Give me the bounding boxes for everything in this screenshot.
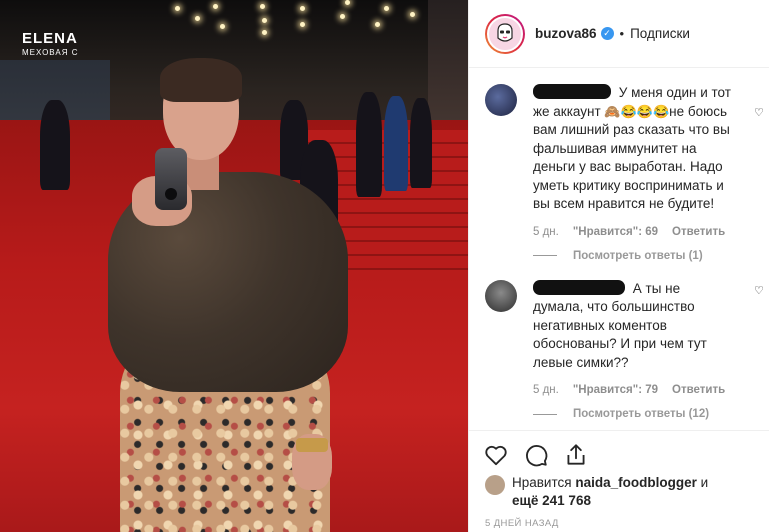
comment-meta: 5 дн. "Нравится": 79 Ответить — [533, 384, 732, 396]
store-logo: ELENA МЕХОВАЯ С — [22, 30, 78, 57]
background-person — [410, 98, 432, 188]
comment-likes[interactable]: "Нравится": 69 — [573, 226, 658, 238]
background-person — [384, 96, 408, 191]
likes-prefix: Нравится — [512, 475, 572, 490]
liker-username-link[interactable]: naida_foodblogger — [575, 475, 697, 490]
post-date[interactable]: 5 дней назад — [485, 518, 559, 529]
comment-like-heart-icon[interactable]: ♡ — [754, 284, 766, 297]
background-person — [356, 92, 382, 197]
comment-emoji: 🙈😂😂😂 — [604, 103, 670, 119]
comment-item: А ты не думала, что большинство негативн… — [485, 279, 764, 420]
liker-avatar[interactable] — [485, 475, 505, 495]
comment-age[interactable]: 5 дн. — [533, 226, 559, 238]
comment-age[interactable]: 5 дн. — [533, 384, 559, 396]
commenter-avatar[interactable] — [485, 279, 517, 312]
likes-conj: и — [700, 475, 709, 490]
comment-likes[interactable]: "Нравится": 79 — [573, 384, 658, 396]
view-replies-label: Посмотреть ответы (12) — [573, 408, 710, 420]
username-link[interactable]: buzova86 — [535, 26, 597, 41]
commenter-avatar[interactable] — [485, 84, 517, 116]
prop-gun — [155, 148, 187, 210]
comments-list[interactable]: У меня один и тот же аккаунт 🙈😂😂😂не боюс… — [469, 68, 769, 430]
store-logo-main: ELENA — [22, 30, 78, 47]
store-logo-sub: МЕХОВАЯ С — [22, 48, 79, 57]
redacted-username — [533, 279, 625, 295]
hair — [160, 58, 242, 102]
post-side-panel: buzova86 ✓ • Подписки У меня один и тот … — [468, 0, 769, 532]
avatar-face-icon — [497, 22, 513, 42]
reply-button[interactable]: Ответить — [672, 226, 725, 238]
header-separator: • — [619, 26, 625, 41]
comment-like-heart-icon[interactable]: ♡ — [754, 106, 766, 119]
likes-count-link[interactable]: ещё 241 768 — [512, 493, 591, 508]
view-replies-button[interactable]: Посмотреть ответы (12) — [533, 408, 732, 420]
following-button[interactable]: Подписки — [630, 26, 690, 41]
view-replies-label: Посмотреть ответы (1) — [573, 249, 703, 262]
background-person — [40, 100, 70, 190]
like-heart-icon[interactable] — [483, 442, 509, 468]
comment-item: У меня один и тот же аккаунт 🙈😂😂😂не боюс… — [485, 84, 764, 262]
comment-bubble-icon[interactable] — [523, 442, 549, 468]
comment-text: У меня один и тот же аккаунт 🙈😂😂😂не боюс… — [533, 84, 732, 214]
share-icon[interactable] — [563, 442, 589, 468]
profile-avatar[interactable] — [485, 13, 525, 54]
comment-meta: 5 дн. "Нравится": 69 Ответить — [533, 226, 732, 238]
bracelet — [296, 438, 328, 452]
replies-divider — [533, 255, 557, 256]
redacted-username — [533, 84, 611, 99]
likes-text: Нравится naida_foodblogger и ещё 241 768 — [512, 474, 708, 510]
likes-summary: Нравится naida_foodblogger и ещё 241 768 — [485, 474, 765, 510]
comment-text-part: не боюсь вам лишний раз сказать что вы ф… — [533, 103, 730, 212]
post-header: buzova86 ✓ • Подписки — [469, 0, 769, 68]
post-photo[interactable]: ELENA МЕХОВАЯ С — [0, 0, 468, 532]
replies-divider — [533, 413, 557, 415]
verified-check-icon: ✓ — [600, 27, 614, 40]
view-replies-button[interactable]: Посмотреть ответы (1) — [533, 250, 732, 262]
reply-button[interactable]: Ответить — [672, 384, 725, 396]
comment-text: А ты не думала, что большинство негативн… — [533, 279, 732, 373]
action-bar — [469, 430, 769, 478]
